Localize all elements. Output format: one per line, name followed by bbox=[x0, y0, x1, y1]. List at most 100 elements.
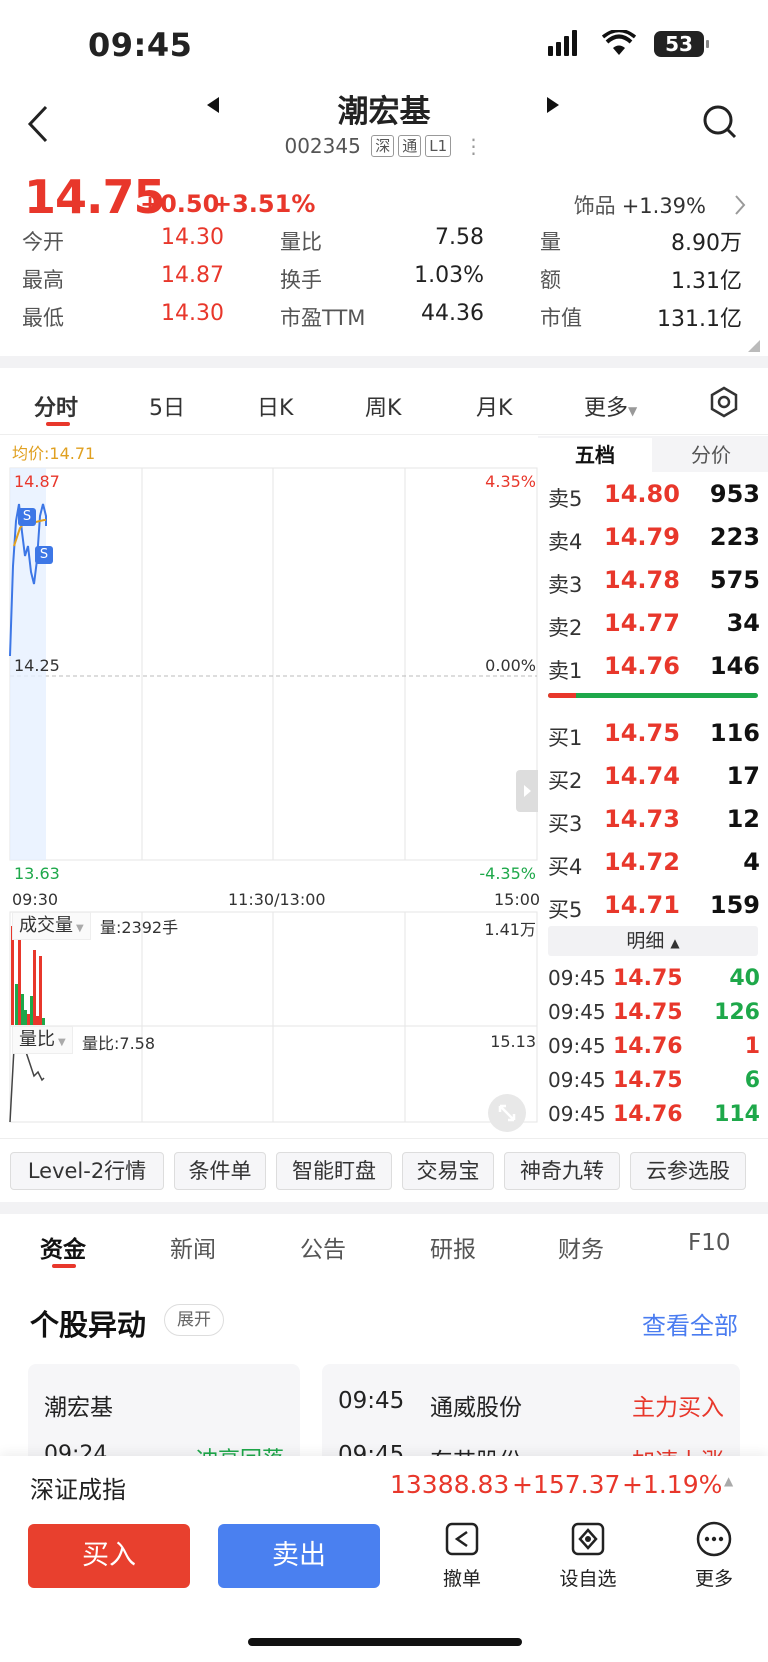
tab-research[interactable]: 研报 bbox=[430, 1230, 476, 1264]
stock-subtitle: 002345 深通 L1 ⋮ bbox=[0, 134, 768, 158]
bid-row[interactable]: 买1 14.75 116 bbox=[548, 716, 760, 756]
ask-price: 14.79 bbox=[604, 523, 680, 551]
bid-price: 14.72 bbox=[604, 848, 680, 876]
tick-price: 14.75 bbox=[613, 966, 683, 991]
intraday-chart[interactable] bbox=[0, 436, 538, 1140]
status-time: 09:45 bbox=[88, 26, 193, 64]
tab-5day[interactable]: 5日 bbox=[149, 390, 185, 422]
ask-row[interactable]: 卖4 14.79 223 bbox=[548, 520, 760, 560]
view-all-link[interactable]: 查看全部 bbox=[642, 1306, 738, 1341]
sector-link[interactable]: 饰品 +1.39% bbox=[574, 190, 706, 220]
detail-toggle[interactable]: 明细 ▲ bbox=[548, 926, 758, 956]
stat-value: 131.1亿 bbox=[657, 307, 742, 332]
bid-price: 14.73 bbox=[604, 805, 680, 833]
tab-monthly-k[interactable]: 月K bbox=[476, 390, 512, 422]
tick-time: 09:45 bbox=[548, 1034, 606, 1058]
bid-row[interactable]: 买2 14.74 17 bbox=[548, 759, 760, 799]
tab-five-levels[interactable]: 五档 bbox=[538, 438, 652, 472]
tick-time: 09:45 bbox=[548, 1068, 606, 1092]
tab-underline bbox=[46, 422, 70, 426]
battery-indicator: 53 bbox=[654, 31, 704, 57]
ask-label: 卖4 bbox=[548, 530, 583, 554]
tab-weekly-k[interactable]: 周K bbox=[365, 390, 401, 422]
add-watchlist-icon bbox=[571, 1522, 605, 1556]
tab-intraday[interactable]: 分时 bbox=[34, 390, 78, 422]
bid-label: 买5 bbox=[548, 898, 583, 922]
tab-announcements[interactable]: 公告 bbox=[300, 1230, 346, 1264]
stat-value: 1.31亿 bbox=[671, 269, 742, 294]
anomaly-card-left[interactable]: 潮宏基 09:24 冲高回落 bbox=[28, 1364, 300, 1473]
chart-border-bottom bbox=[0, 1138, 768, 1139]
x-axis-mid: 11:30/13:00 bbox=[228, 890, 326, 909]
market-tag: 深 bbox=[371, 135, 395, 157]
s-marker-1[interactable]: S bbox=[18, 508, 36, 526]
tick-row: 09:45 14.76 1 bbox=[548, 1034, 760, 1068]
tab-f10[interactable]: F10 bbox=[688, 1230, 731, 1256]
cellular-signal-icon bbox=[548, 30, 584, 56]
tick-price: 14.76 bbox=[613, 1034, 683, 1059]
index-ticker[interactable]: 深证成指 13388.83 +157.37 +1.19% ▲ bbox=[0, 1456, 768, 1508]
bid-volume: 17 bbox=[726, 762, 760, 790]
battery-nub bbox=[706, 40, 709, 48]
tab-news[interactable]: 新闻 bbox=[170, 1230, 216, 1264]
sell-button[interactable]: 卖出 bbox=[218, 1524, 380, 1588]
expand-button[interactable]: 展开 bbox=[164, 1304, 224, 1336]
chart-border-top bbox=[0, 434, 768, 435]
price-change-pct: +3.51% bbox=[212, 190, 316, 218]
ask-row[interactable]: 卖2 14.77 34 bbox=[548, 606, 760, 646]
tool-smart-watch[interactable]: 智能盯盘 bbox=[276, 1152, 392, 1190]
chart-settings-icon[interactable] bbox=[708, 386, 740, 422]
bid-row[interactable]: 买5 14.71 159 bbox=[548, 888, 760, 928]
anomaly-right-name-1: 通威股份 bbox=[430, 1395, 522, 1421]
tool-conditional-order[interactable]: 条件单 bbox=[174, 1152, 266, 1190]
more-action[interactable]: 更多 bbox=[674, 1520, 754, 1591]
tab-price-distribution[interactable]: 分价 bbox=[654, 438, 768, 472]
tab-daily-k[interactable]: 日K bbox=[257, 390, 293, 422]
chevron-right-icon[interactable] bbox=[734, 194, 746, 220]
ratio-selector[interactable]: 量比 ▼ bbox=[12, 1026, 73, 1054]
s-marker-2[interactable]: S bbox=[35, 546, 53, 564]
bid-row[interactable]: 买3 14.73 12 bbox=[548, 802, 760, 842]
stat-value: 44.36 bbox=[421, 301, 484, 326]
wifi-icon bbox=[601, 28, 637, 60]
tick-volume: 126 bbox=[714, 1000, 760, 1025]
pct-axis-mid: 0.00% bbox=[485, 656, 536, 675]
index-change: +157.37 bbox=[512, 1470, 621, 1499]
tool-level2[interactable]: Level-2行情 bbox=[10, 1152, 164, 1190]
ask-price: 14.80 bbox=[604, 480, 680, 508]
tab-more[interactable]: 更多▼ bbox=[584, 390, 637, 422]
bid-volume: 116 bbox=[709, 719, 760, 747]
ask-row[interactable]: 卖5 14.80 953 bbox=[548, 477, 760, 517]
ask-row[interactable]: 卖1 14.76 146 bbox=[548, 649, 760, 689]
more-label: 更多 bbox=[694, 1568, 733, 1590]
tool-magic-nine[interactable]: 神奇九转 bbox=[504, 1152, 620, 1190]
buy-button[interactable]: 买入 bbox=[28, 1524, 190, 1588]
expand-panel-handle[interactable] bbox=[516, 770, 538, 812]
pct-axis-bottom: -4.35% bbox=[479, 864, 536, 883]
tab-capital[interactable]: 资金 bbox=[40, 1230, 86, 1264]
tick-volume: 1 bbox=[744, 1034, 760, 1059]
tick-time: 09:45 bbox=[548, 1102, 606, 1126]
add-watchlist-action[interactable]: 设自选 bbox=[548, 1520, 628, 1591]
anomaly-right-event-1: 主力买入 bbox=[632, 1395, 724, 1421]
volume-selector[interactable]: 成交量 ▼ bbox=[12, 912, 91, 940]
tool-cloud-picker[interactable]: 云参选股 bbox=[630, 1152, 746, 1190]
ask-price: 14.78 bbox=[604, 566, 680, 594]
stat-value: 1.03% bbox=[414, 263, 484, 288]
ask-volume: 575 bbox=[709, 566, 760, 594]
fullscreen-icon[interactable] bbox=[488, 1094, 526, 1132]
search-icon[interactable] bbox=[702, 104, 738, 144]
index-name: 深证成指 bbox=[30, 1476, 126, 1504]
tab-financials[interactable]: 财务 bbox=[558, 1230, 604, 1264]
stock-code: 002345 bbox=[284, 134, 361, 158]
ask-row[interactable]: 卖3 14.78 575 bbox=[548, 563, 760, 603]
bid-row[interactable]: 买4 14.72 4 bbox=[548, 845, 760, 885]
pct-axis-top: 4.35% bbox=[485, 472, 536, 491]
ask-volume: 146 bbox=[709, 652, 760, 680]
anomaly-card-right[interactable]: 09:45 通威股份 主力买入 09:45 东芯股份 加速上涨 bbox=[322, 1364, 740, 1475]
tool-trade-treasure[interactable]: 交易宝 bbox=[402, 1152, 494, 1190]
cancel-order-action[interactable]: 撤单 bbox=[422, 1520, 502, 1591]
tick-price: 14.75 bbox=[613, 1000, 683, 1025]
more-dots-icon[interactable]: ⋮ bbox=[464, 134, 484, 158]
tick-row: 09:45 14.75 6 bbox=[548, 1068, 760, 1102]
